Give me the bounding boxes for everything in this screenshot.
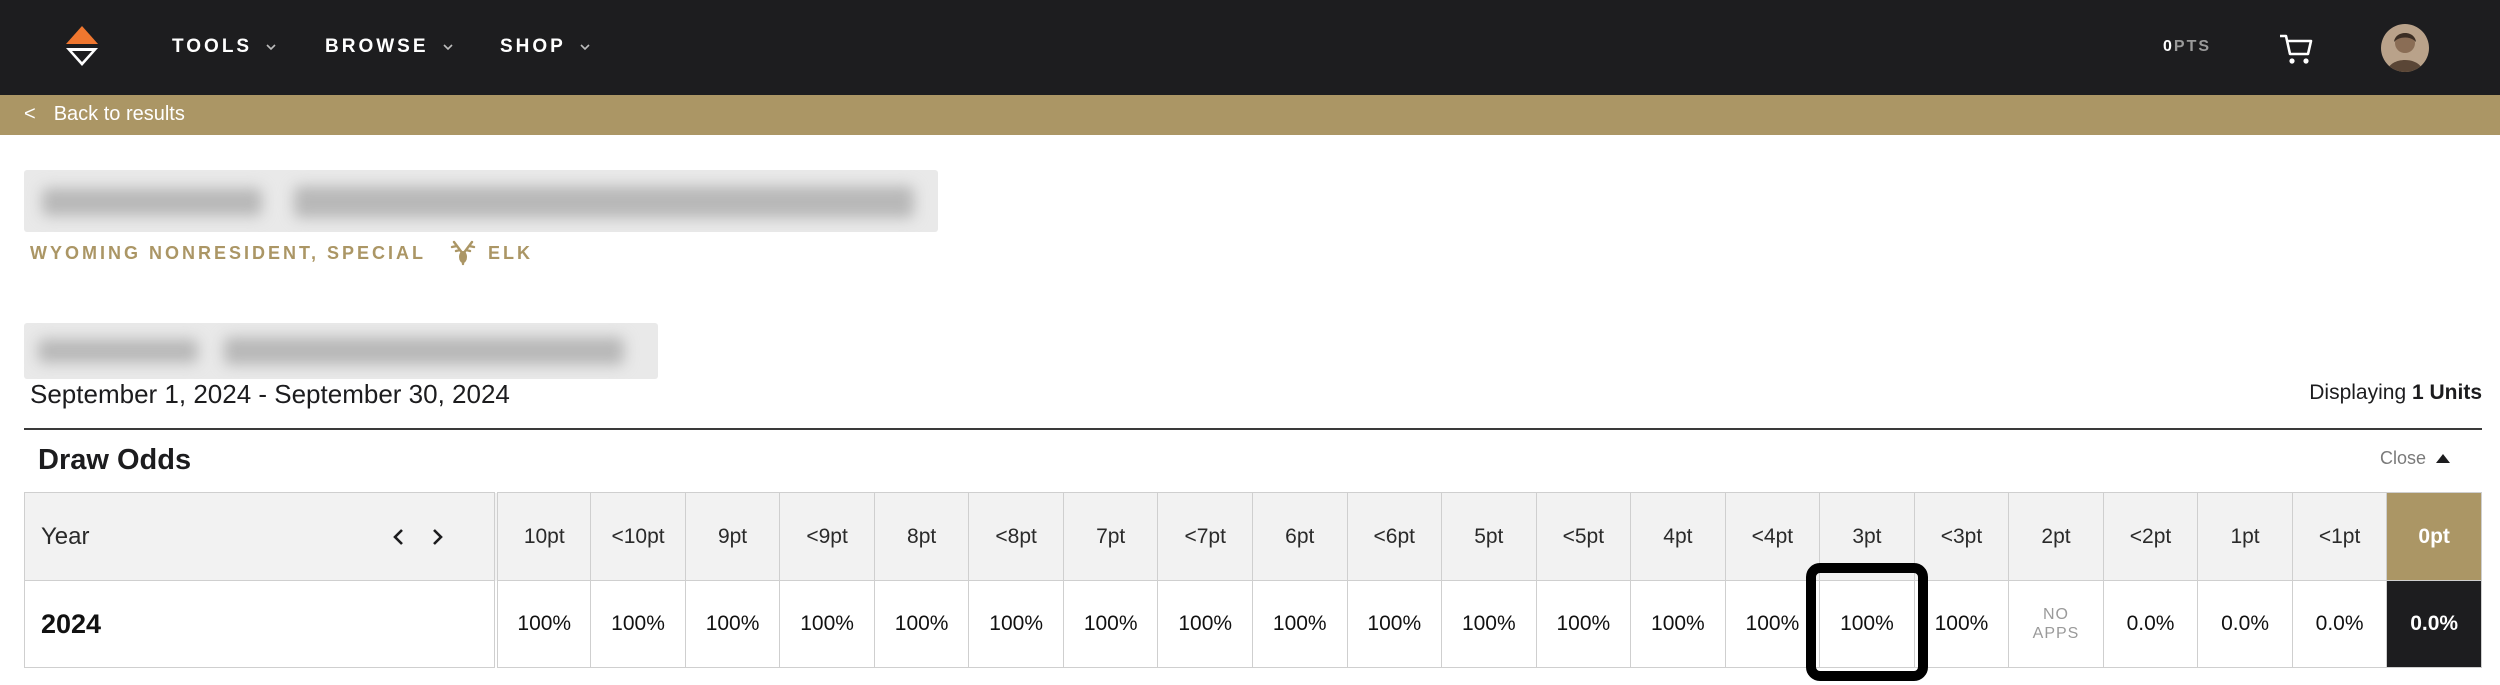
displaying-units: 1 Units: [2411, 381, 2482, 404]
odds-cell: 100%: [495, 580, 592, 668]
top-navigation: TOOLS BROWSE SHOP 0PTS: [0, 0, 2500, 95]
odds-cell: 100%: [1535, 580, 1632, 668]
column-header-6: 7pt: [1062, 492, 1159, 581]
odds-cell: 100%: [590, 580, 686, 668]
close-label: Close: [2380, 448, 2427, 468]
nav-shop-label: SHOP: [500, 36, 566, 57]
species-label: ELK: [488, 242, 534, 263]
blurred-hunt-title: [24, 170, 938, 232]
nav-browse[interactable]: BROWSE: [325, 36, 455, 58]
column-header-9: <6pt: [1346, 492, 1443, 581]
section-divider: [24, 428, 2482, 430]
highlighted-value: 100%: [1840, 612, 1894, 635]
back-bar: < Back to results: [0, 95, 2500, 135]
points-value: 0: [2163, 38, 2174, 55]
column-header-7: <7pt: [1157, 492, 1253, 581]
logo-icon[interactable]: [58, 24, 106, 72]
column-header-1: <10pt: [590, 492, 686, 581]
odds-cell: 100%: [873, 580, 970, 668]
table-header-row: Year 10pt <10pt 9pt <9pt 8pt <8pt 7pt <7pt 6pt <6…: [24, 492, 2482, 581]
column-header-0: 10pt: [495, 492, 592, 581]
back-arrow-icon: <: [24, 103, 36, 125]
column-header-13: <4pt: [1724, 492, 1821, 581]
odds-cell: 100%: [1724, 580, 1821, 668]
column-header-14: 3pt: [1819, 492, 1915, 581]
odds-cell: 0.0%: [2386, 580, 2482, 668]
odds-cell: 100%: [1913, 580, 2010, 668]
column-header-10: 5pt: [1441, 492, 1537, 581]
nav-shop[interactable]: SHOP: [500, 36, 592, 58]
column-header-17: <2pt: [2102, 492, 2199, 581]
column-header-15: <3pt: [1913, 492, 2010, 581]
displaying-count: Displaying 1 Units: [2309, 381, 2482, 405]
odds-cell: 100%: [1062, 580, 1159, 668]
column-header-18: 1pt: [2197, 492, 2293, 581]
odds-cell: 100%: [1346, 580, 1443, 668]
displaying-prefix: Displaying: [2309, 381, 2407, 404]
points-indicator[interactable]: 0PTS: [2163, 38, 2211, 56]
elk-icon: [450, 240, 476, 266]
draw-odds-title: Draw Odds: [38, 444, 192, 476]
cart-icon[interactable]: [2278, 30, 2314, 66]
column-header-3: <9pt: [779, 492, 875, 581]
odds-cell: 100%: [1251, 580, 1348, 668]
odds-cell: 100%: [684, 580, 781, 668]
caret-up-icon: [2436, 454, 2451, 463]
column-header-19: <1pt: [2291, 492, 2388, 581]
column-header-zero: 0pt: [2386, 492, 2482, 581]
odds-cell: 100%: [779, 580, 875, 668]
year-cell: 2024: [24, 580, 499, 668]
species-tag: ELK: [450, 240, 533, 266]
column-header-5: <8pt: [968, 492, 1064, 581]
back-to-results-link[interactable]: < Back to results: [24, 103, 185, 126]
points-unit: PTS: [2173, 38, 2212, 55]
season-dates: September 1, 2024 - September 30, 2024: [30, 379, 510, 409]
odds-cell: 0.0%: [2102, 580, 2199, 668]
back-link-label: Back to results: [53, 103, 185, 125]
chevron-left-icon[interactable]: [390, 526, 408, 548]
odds-cell: 100%: [1806, 563, 1928, 681]
column-header-4: 8pt: [873, 492, 970, 581]
odds-cell: 100%: [1441, 580, 1537, 668]
blurred-unit-name: [24, 323, 658, 379]
year-header-label: Year: [41, 522, 90, 550]
year-header: Year: [24, 492, 499, 581]
odds-cell: 100%: [1157, 580, 1253, 668]
chevron-down-icon: [442, 44, 453, 51]
odds-cell: 100%: [968, 580, 1064, 668]
nav-tools-label: TOOLS: [172, 36, 253, 57]
nav-tools[interactable]: TOOLS: [172, 36, 278, 58]
draw-odds-table: Year 10pt <10pt 9pt <9pt 8pt <8pt 7pt <7pt 6pt <6…: [24, 492, 2482, 681]
odds-cell: 100%: [1630, 580, 1726, 668]
chevron-down-icon: [580, 44, 590, 51]
odds-cell: 0.0%: [2291, 580, 2388, 668]
hunt-residency-label: WYOMING NONRESIDENT, SPECIAL: [30, 242, 427, 263]
chevron-down-icon: [266, 44, 276, 51]
odds-cell: 0.0%: [2197, 580, 2293, 668]
column-header-2: 9pt: [684, 492, 781, 581]
column-header-12: 4pt: [1630, 492, 1726, 581]
nav-browse-label: BROWSE: [325, 36, 429, 57]
avatar[interactable]: [2381, 24, 2429, 72]
hunt-subtitle: WYOMING NONRESIDENT, SPECIAL ELK: [30, 240, 533, 266]
column-header-8: 6pt: [1251, 492, 1348, 581]
close-button[interactable]: Close: [2380, 448, 2451, 469]
column-header-16: 2pt: [2008, 492, 2104, 581]
table-row: 2024 100% 100% 100% 100% 100% 100% 100% 100% 100%…: [24, 563, 2482, 681]
chevron-right-icon[interactable]: [428, 526, 446, 548]
no-apps-cell: NO APPS: [2008, 580, 2104, 668]
column-header-11: <5pt: [1535, 492, 1632, 581]
